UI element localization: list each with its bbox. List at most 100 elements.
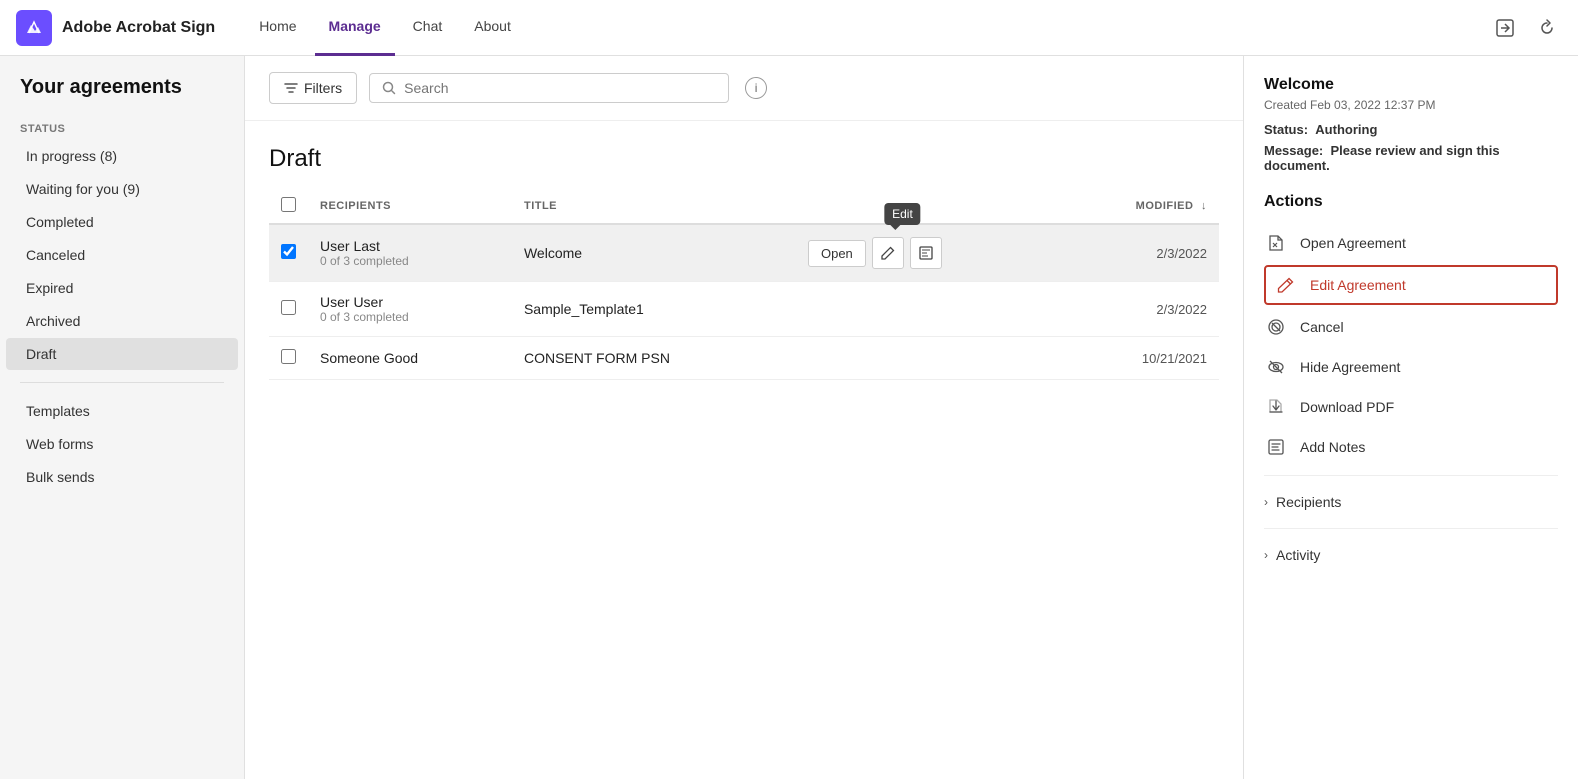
panel-actions-title: Actions — [1264, 193, 1558, 211]
sort-arrow-icon: ↓ — [1201, 200, 1207, 212]
panel-divider-2 — [1264, 528, 1558, 529]
header-recipients: RECIPIENTS — [308, 189, 512, 224]
download-pdf-label: Download PDF — [1300, 399, 1394, 415]
action-edit-agreement[interactable]: Edit Agreement — [1264, 265, 1558, 305]
sidebar-item-expired[interactable]: Expired — [6, 272, 238, 304]
content-header: Filters i — [245, 56, 1243, 121]
row1-recipient-sub: 0 of 3 completed — [320, 254, 500, 268]
row1-recipient-name: User Last — [320, 238, 500, 254]
recipients-chevron-icon: › — [1264, 495, 1268, 509]
row1-checkbox[interactable] — [281, 244, 296, 259]
nav-chat[interactable]: Chat — [399, 0, 457, 56]
activity-chevron-icon: › — [1264, 548, 1268, 562]
action-add-notes[interactable]: Add Notes — [1264, 427, 1558, 467]
sidebar-item-waiting-for-you[interactable]: Waiting for you (9) — [6, 173, 238, 205]
row1-actions: Open Edit — [808, 237, 1048, 269]
row2-title-cell: Sample_Template1 — [512, 282, 796, 337]
recipients-label: Recipients — [1276, 494, 1341, 510]
row3-recipient-name: Someone Good — [320, 350, 500, 366]
action-open-agreement[interactable]: Open Agreement — [1264, 223, 1558, 263]
row2-recipient-cell: User User 0 of 3 completed — [308, 282, 512, 337]
row3-checkbox-cell — [269, 337, 308, 380]
row1-title-cell: Welcome — [512, 224, 796, 282]
action-download-pdf[interactable]: Download PDF — [1264, 387, 1558, 427]
sidebar-item-canceled[interactable]: Canceled — [6, 239, 238, 271]
sidebar: Your agreements STATUS In progress (8) W… — [0, 56, 245, 779]
search-input[interactable] — [404, 80, 716, 96]
sidebar-item-in-progress[interactable]: In progress (8) — [6, 140, 238, 172]
download-pdf-icon — [1264, 395, 1288, 419]
open-agreement-icon — [1264, 231, 1288, 255]
add-notes-icon — [1264, 435, 1288, 459]
filters-label: Filters — [304, 80, 342, 96]
table-area: Draft RECIPIENTS TITLE MODIFIED ↓ — [245, 121, 1243, 779]
nav-about[interactable]: About — [460, 0, 525, 56]
select-all-checkbox[interactable] — [281, 197, 296, 212]
sidebar-title: Your agreements — [0, 76, 244, 115]
row1-edit-button[interactable] — [872, 237, 904, 269]
panel-status-value: Authoring — [1315, 122, 1377, 137]
panel-message-label: Message: — [1264, 143, 1323, 158]
table-row[interactable]: User User 0 of 3 completed Sample_Templa… — [269, 282, 1219, 337]
content-area: Filters i Draft RECIPIENTS — [245, 56, 1243, 779]
sidebar-item-completed[interactable]: Completed — [6, 206, 238, 238]
row1-open-button[interactable]: Open — [808, 240, 866, 267]
nav-links: Home Manage Chat About — [245, 0, 1490, 56]
panel-divider-1 — [1264, 475, 1558, 476]
header-title: TITLE — [512, 189, 796, 224]
main-layout: Your agreements STATUS In progress (8) W… — [0, 56, 1578, 779]
nav-home[interactable]: Home — [245, 0, 310, 56]
table-row[interactable]: Someone Good CONSENT FORM PSN 10/21/2021 — [269, 337, 1219, 380]
topnav: Adobe Acrobat Sign Home Manage Chat Abou… — [0, 0, 1578, 56]
cancel-icon — [1264, 315, 1288, 339]
row2-checkbox[interactable] — [281, 300, 296, 315]
activity-collapsible[interactable]: › Activity — [1264, 537, 1558, 573]
right-panel: Welcome Created Feb 03, 2022 12:37 PM St… — [1243, 56, 1578, 779]
table-row[interactable]: User Last 0 of 3 completed Welcome Open … — [269, 224, 1219, 282]
sidebar-item-bulk-sends[interactable]: Bulk sends — [6, 461, 238, 493]
edit-agreement-label: Edit Agreement — [1310, 277, 1406, 293]
panel-created-meta: Created Feb 03, 2022 12:37 PM — [1264, 98, 1558, 112]
sidebar-item-archived[interactable]: Archived — [6, 305, 238, 337]
header-modified[interactable]: MODIFIED ↓ — [1060, 189, 1219, 224]
share-icon[interactable] — [1490, 13, 1520, 43]
sidebar-item-web-forms[interactable]: Web forms — [6, 428, 238, 460]
section-title: Draft — [269, 145, 1219, 173]
panel-message: Message: Please review and sign this doc… — [1264, 143, 1558, 173]
panel-status: Status: Authoring — [1264, 122, 1558, 137]
row1-checkbox-cell — [269, 224, 308, 282]
row3-modified: 10/21/2021 — [1060, 337, 1219, 380]
row2-actions-cell — [796, 282, 1060, 337]
open-agreement-label: Open Agreement — [1300, 235, 1406, 251]
sidebar-item-draft[interactable]: Draft — [6, 338, 238, 370]
row2-checkbox-cell — [269, 282, 308, 337]
recipients-collapsible[interactable]: › Recipients — [1264, 484, 1558, 520]
nav-manage[interactable]: Manage — [315, 0, 395, 56]
filters-button[interactable]: Filters — [269, 72, 357, 104]
nav-right-icons — [1490, 13, 1562, 43]
row1-modified: 2/3/2022 — [1060, 224, 1219, 282]
sidebar-item-templates[interactable]: Templates — [6, 395, 238, 427]
action-cancel[interactable]: Cancel — [1264, 307, 1558, 347]
table-header-row: RECIPIENTS TITLE MODIFIED ↓ — [269, 189, 1219, 224]
refresh-icon[interactable] — [1532, 13, 1562, 43]
edit-agreement-icon — [1274, 273, 1298, 297]
panel-agreement-title: Welcome — [1264, 76, 1558, 94]
status-section-label: STATUS — [0, 115, 244, 139]
header-checkbox-col — [269, 189, 308, 224]
row2-recipient-name: User User — [320, 294, 500, 310]
brand: Adobe Acrobat Sign — [16, 10, 215, 46]
panel-status-label: Status: — [1264, 122, 1308, 137]
action-hide-agreement[interactable]: Hide Agreement — [1264, 347, 1558, 387]
info-icon[interactable]: i — [745, 77, 767, 99]
edit-tooltip: Edit — [884, 203, 921, 225]
row3-checkbox[interactable] — [281, 349, 296, 364]
agreements-table: RECIPIENTS TITLE MODIFIED ↓ — [269, 189, 1219, 380]
row3-title-cell: CONSENT FORM PSN — [512, 337, 796, 380]
hide-agreement-label: Hide Agreement — [1300, 359, 1400, 375]
brand-logo-icon — [16, 10, 52, 46]
row1-notes-button[interactable] — [910, 237, 942, 269]
row2-modified: 2/3/2022 — [1060, 282, 1219, 337]
row2-recipient-sub: 0 of 3 completed — [320, 310, 500, 324]
search-box[interactable] — [369, 73, 729, 103]
